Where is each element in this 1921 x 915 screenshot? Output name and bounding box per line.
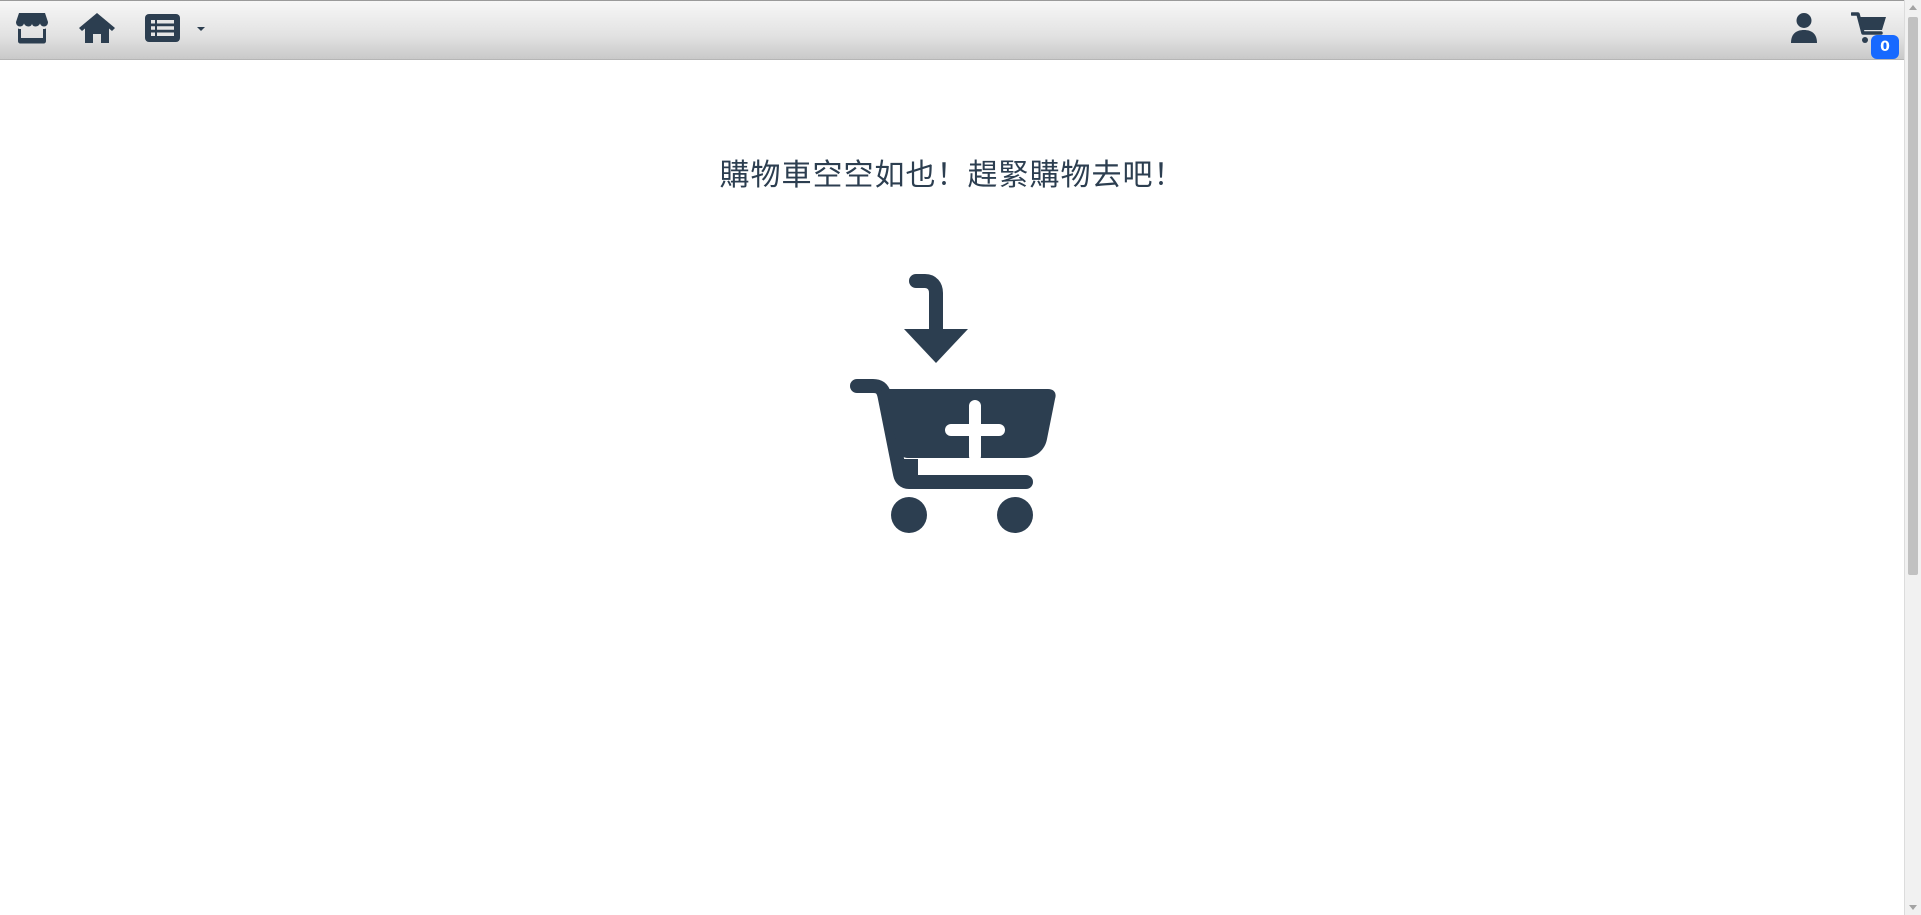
vertical-scrollbar[interactable] (1904, 0, 1921, 915)
main-content: 購物車空空如也！趕緊購物去吧！ (0, 60, 1904, 915)
top-navbar: 0 (0, 0, 1904, 60)
cart-button[interactable]: 0 (1851, 11, 1901, 61)
cart-count-badge: 0 (1871, 35, 1899, 59)
scroll-thumb[interactable] (1908, 17, 1918, 575)
user-icon[interactable] (1790, 12, 1818, 44)
store-icon[interactable] (15, 12, 49, 44)
list-icon[interactable] (145, 14, 180, 42)
empty-cart-message: 購物車空空如也！趕緊購物去吧！ (719, 158, 1185, 193)
scroll-up-arrow-icon[interactable] (1909, 5, 1917, 10)
scroll-down-arrow-icon[interactable] (1909, 905, 1917, 910)
home-icon[interactable] (78, 12, 116, 44)
caret-down-icon[interactable] (196, 26, 206, 32)
cart-add-icon (850, 274, 1056, 533)
